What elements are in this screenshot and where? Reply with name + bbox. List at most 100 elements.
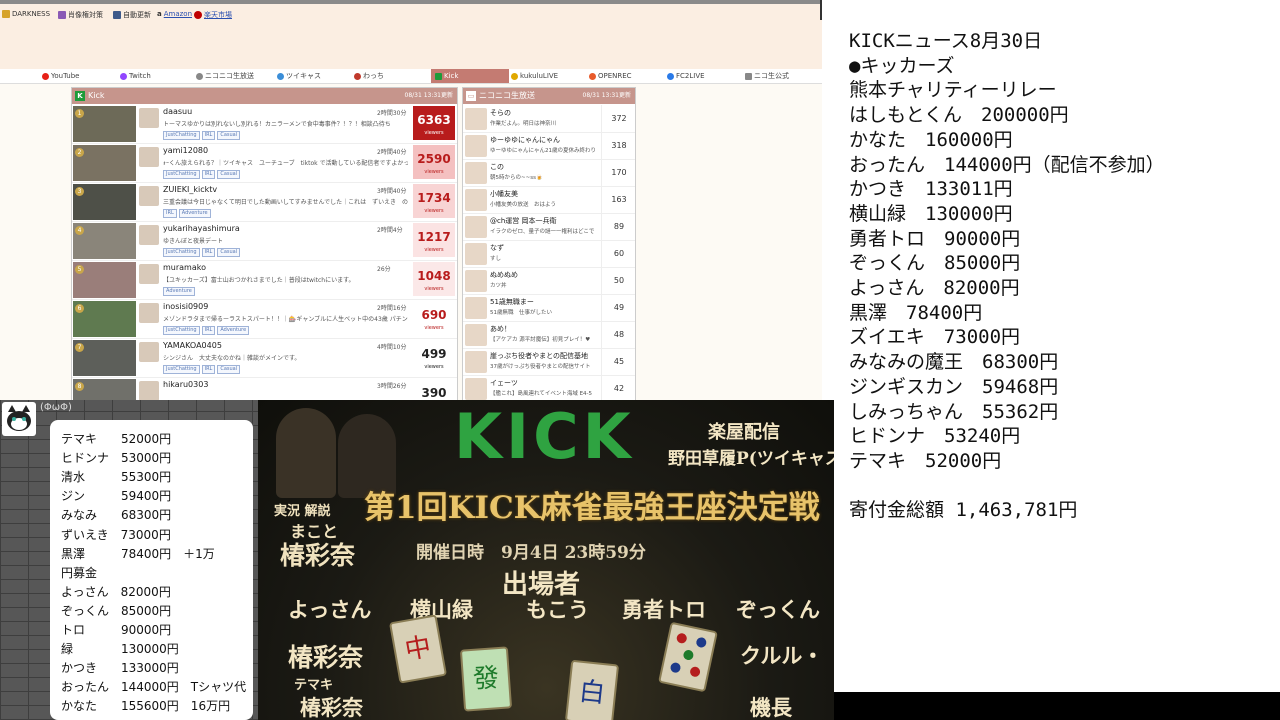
- bookmark-portrait[interactable]: 肖像権対策: [58, 10, 103, 20]
- niconico-stream-row[interactable]: なず すし 60: [463, 240, 635, 268]
- stream-title[interactable]: 小幡友美: [490, 189, 602, 199]
- streamer-name[interactable]: ZUIEKI_kicktv: [163, 185, 217, 194]
- kick-stream-row[interactable]: 6 inosisi0909 2時間16分 メゾンドラタまで帰るーラストスパート！！｜🎰…: [72, 300, 457, 339]
- tab-watch[interactable]: わっち: [354, 69, 384, 83]
- streamer-name[interactable]: inosisi0909: [163, 302, 208, 311]
- avatar[interactable]: [139, 147, 159, 167]
- stream-thumbnail[interactable]: 3: [73, 184, 136, 220]
- stream-thumbnail[interactable]: [465, 270, 487, 292]
- stream-thumbnail[interactable]: [465, 243, 487, 265]
- avatar[interactable]: [139, 303, 159, 323]
- niconico-stream-row[interactable]: 51歳無職まー 51歳無職 仕事がしたい 49: [463, 294, 635, 322]
- kick-stream-row[interactable]: 3 ZUIEKI_kicktv 3時間40分 三重会議は今日じゃなくて明日でした動画い…: [72, 183, 457, 222]
- category-tag[interactable]: JustChatting: [163, 170, 200, 179]
- stream-title[interactable]: 崖っぷち役者やまとの配信基地: [490, 351, 602, 361]
- category-tag[interactable]: IRL: [201, 365, 216, 374]
- avatar[interactable]: [139, 264, 159, 284]
- niconico-stream-row[interactable]: あめ！ 【アケアカ 源平討魔伝】初見プレイ！♥ 48: [463, 321, 635, 349]
- category-tag[interactable]: Casual: [217, 170, 241, 179]
- stream-thumbnail[interactable]: [465, 216, 487, 238]
- streamer-name[interactable]: muramako: [163, 263, 206, 272]
- category-tag[interactable]: JustChatting: [163, 365, 200, 374]
- category-tag[interactable]: Adventure: [163, 287, 195, 296]
- category-tag[interactable]: Casual: [217, 131, 241, 140]
- stream-thumbnail[interactable]: 4: [73, 223, 136, 259]
- avatar[interactable]: [139, 225, 159, 245]
- bookmark-amazon[interactable]: a Amazon: [157, 10, 192, 18]
- kick-stream-row[interactable]: 7 YAMAKOA0405 4時間10分 シンジさん 大丈夫なのかね｜雑談がメインです…: [72, 339, 457, 378]
- stream-thumbnail[interactable]: 8: [73, 379, 136, 400]
- stream-thumbnail[interactable]: 6: [73, 301, 136, 337]
- stream-title[interactable]: ゆーゆゆにゃんにゃん: [490, 135, 602, 145]
- stream-title[interactable]: あめ！: [490, 324, 602, 334]
- niconico-stream-row[interactable]: @ch運営 岡本一兵衛 イラクのゼロ、量子の謎一一権利はどこで 89: [463, 213, 635, 241]
- kick-stream-row[interactable]: 4 yukarihayashimura 2時間4分 ゆきんぼと夜景デート JustCha…: [72, 222, 457, 261]
- avatar[interactable]: [139, 186, 159, 206]
- stream-title[interactable]: @ch運営 岡本一兵衛: [490, 216, 602, 226]
- tab-twitcasting[interactable]: ツイキャス: [277, 69, 321, 83]
- tag-list: JustChatting IRL Adventure: [163, 326, 250, 335]
- stream-thumbnail[interactable]: 7: [73, 340, 136, 376]
- niconico-stream-row[interactable]: イェーツ 【艦これ】島風連れてイベント海域 E4-5 42: [463, 375, 635, 400]
- category-tag[interactable]: Casual: [217, 365, 241, 374]
- kick-stream-row[interactable]: 1 daasuu 2時間30分 トーマスゆかりは別れないし別れる！カニラーメンで食中毒…: [72, 105, 457, 144]
- stream-thumbnail[interactable]: 1: [73, 106, 136, 142]
- niconico-stream-row[interactable]: 小幡友美 小幡友美の放送 おはよう 163: [463, 186, 635, 214]
- tab-openrec[interactable]: OPENREC: [589, 69, 632, 83]
- tab-kukulu[interactable]: kukuluLIVE: [511, 69, 558, 83]
- kick-stream-row[interactable]: 5 muramako 26分 【ユキッカーズ】富士山おつかれさまでした｜普段はtwit…: [72, 261, 457, 300]
- kick-stream-row[interactable]: 2 yami12080 2時間40分 ｫｰくん旅えられる？｜ツイキャス ユーチューブ …: [72, 144, 457, 183]
- streamer-name[interactable]: YAMAKOA0405: [163, 341, 222, 350]
- category-tag[interactable]: JustChatting: [163, 131, 200, 140]
- category-tag[interactable]: IRL: [201, 170, 216, 179]
- niconico-stream-row[interactable]: この 朝5時からの~~ss🍺 170: [463, 159, 635, 187]
- stream-thumbnail[interactable]: [465, 324, 487, 346]
- streamer-name[interactable]: daasuu: [163, 107, 192, 116]
- category-tag[interactable]: IRL: [163, 209, 177, 218]
- tab-kick[interactable]: Kick: [431, 69, 509, 83]
- category-tag[interactable]: Casual: [217, 248, 241, 257]
- tab-niconico[interactable]: ニコニコ生放送: [196, 69, 254, 83]
- avatar[interactable]: [139, 342, 159, 362]
- stream-title[interactable]: そらの: [490, 108, 602, 118]
- tab-fc2live[interactable]: FC2LIVE: [667, 69, 705, 83]
- stream-thumbnail[interactable]: [465, 189, 487, 211]
- niconico-stream-row[interactable]: 崖っぷち役者やまとの配信基地 37歳がけっぷち役者やまとの配信サイト 45: [463, 348, 635, 376]
- stream-title[interactable]: なず: [490, 243, 602, 253]
- stream-thumbnail[interactable]: 2: [73, 145, 136, 181]
- tab-twitch[interactable]: Twitch: [120, 69, 151, 83]
- streamer-name[interactable]: yami12080: [163, 146, 208, 155]
- streamer-name[interactable]: yukarihayashimura: [163, 224, 240, 233]
- bookmark-rakuten[interactable]: 楽天市場: [194, 10, 232, 20]
- stream-thumbnail[interactable]: [465, 297, 487, 319]
- category-tag[interactable]: IRL: [201, 131, 216, 140]
- niconico-stream-row[interactable]: ぬめぬめ カツ丼 50: [463, 267, 635, 295]
- tab-niconico-official[interactable]: ニコ生公式: [745, 69, 789, 83]
- niconico-stream-row[interactable]: そらの 作業だよん。明日は神奈川 372: [463, 105, 635, 133]
- stream-title[interactable]: ぬめぬめ: [490, 270, 602, 280]
- stream-thumbnail[interactable]: [465, 162, 487, 184]
- stream-title[interactable]: この: [490, 162, 602, 172]
- category-tag[interactable]: JustChatting: [163, 248, 200, 257]
- stream-title[interactable]: イェーツ: [490, 378, 602, 388]
- stream-thumbnail[interactable]: [465, 378, 487, 400]
- niconico-stream-row[interactable]: ゆーゆゆにゃんにゃん ゆーゆゆにゃんにゃん21歳の夏休み終わり 318: [463, 132, 635, 160]
- stream-thumbnail[interactable]: 5: [73, 262, 136, 298]
- category-tag[interactable]: IRL: [201, 326, 216, 335]
- bookmark-auto-refresh[interactable]: 自動更新: [113, 10, 151, 20]
- stream-thumbnail[interactable]: [465, 135, 487, 157]
- avatar[interactable]: [139, 108, 159, 128]
- category-tag[interactable]: IRL: [201, 248, 216, 257]
- stream-thumbnail[interactable]: [465, 351, 487, 373]
- bookmark-darkness[interactable]: DARKNESS: [2, 10, 50, 18]
- kick-stream-row[interactable]: 8 hikaru0303 3時間26分 390viewers: [72, 378, 457, 400]
- stream-thumbnail[interactable]: [465, 108, 487, 130]
- stream-title[interactable]: 51歳無職まー: [490, 297, 602, 307]
- category-tag[interactable]: JustChatting: [163, 326, 200, 335]
- scrollbar[interactable]: [820, 0, 822, 20]
- category-tag[interactable]: Adventure: [217, 326, 250, 335]
- streamer-name[interactable]: hikaru0303: [163, 380, 208, 389]
- tab-youtube[interactable]: YouTube: [42, 69, 79, 83]
- category-tag[interactable]: Adventure: [178, 209, 211, 218]
- avatar[interactable]: [139, 381, 159, 400]
